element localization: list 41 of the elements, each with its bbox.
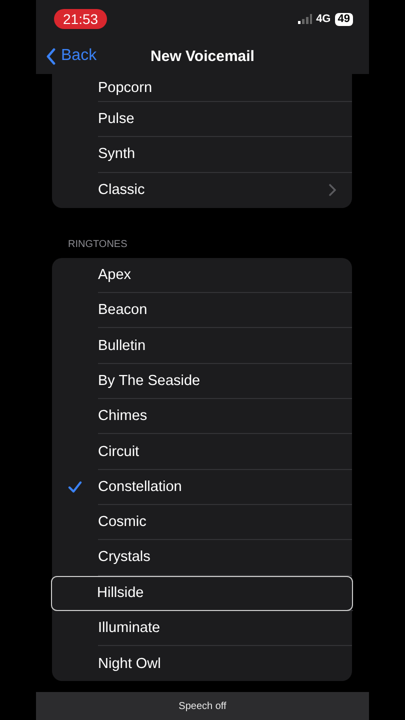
- tone-label: Popcorn: [98, 80, 154, 96]
- speech-toast: Speech off: [36, 692, 369, 720]
- tone-row[interactable]: Beacon: [52, 293, 352, 328]
- tone-label: Classic: [98, 182, 146, 198]
- status-time: 21:53: [54, 9, 108, 29]
- tone-row[interactable]: Popcorn: [52, 74, 352, 102]
- tone-row[interactable]: Crystals: [52, 540, 352, 576]
- tone-label: Circuit: [98, 444, 140, 460]
- tone-row[interactable]: Cosmic: [52, 504, 352, 540]
- tone-row[interactable]: Bulletin: [52, 328, 352, 364]
- tone-row[interactable]: Chimes: [52, 399, 352, 434]
- tone-row[interactable]: By The Seaside: [52, 364, 352, 400]
- battery-level: 49: [334, 12, 353, 26]
- tone-row[interactable]: Night Owl: [52, 646, 352, 682]
- tone-label: Night Owl: [98, 656, 162, 672]
- tone-label: Crystals: [98, 549, 152, 566]
- screen-title: New Voicemail: [150, 48, 254, 64]
- tone-row[interactable]: Circuit: [52, 434, 352, 470]
- tone-row[interactable]: Pulse: [52, 102, 352, 138]
- tone-label: Chimes: [98, 408, 148, 424]
- tone-label: By The Seaside: [98, 372, 202, 389]
- tone-row[interactable]: Classic: [52, 172, 352, 208]
- tone-label: Beacon: [98, 302, 148, 318]
- tone-row[interactable]: Synth: [52, 137, 352, 173]
- tone-label: Bulletin: [98, 338, 147, 354]
- tone-label: Hillside: [97, 584, 145, 601]
- tone-label: Cosmic: [98, 514, 148, 530]
- back-chevron-icon: [46, 48, 56, 64]
- signal-icon: [298, 14, 312, 24]
- tone-row[interactable]: Constellation: [52, 470, 352, 505]
- back-button[interactable]: Back: [36, 46, 103, 66]
- tone-row[interactable]: Apex: [52, 258, 352, 294]
- tone-row[interactable]: Hillside: [51, 576, 353, 611]
- section-header: RINGTONES: [68, 238, 128, 250]
- tone-label: Synth: [98, 146, 136, 162]
- tone-row[interactable]: Illuminate: [52, 610, 352, 646]
- tone-label: Pulse: [98, 111, 136, 128]
- tone-label: Constellation: [98, 478, 183, 495]
- tone-label: Apex: [98, 267, 132, 284]
- tone-label: Illuminate: [98, 620, 162, 636]
- network-label: 4G: [316, 13, 331, 25]
